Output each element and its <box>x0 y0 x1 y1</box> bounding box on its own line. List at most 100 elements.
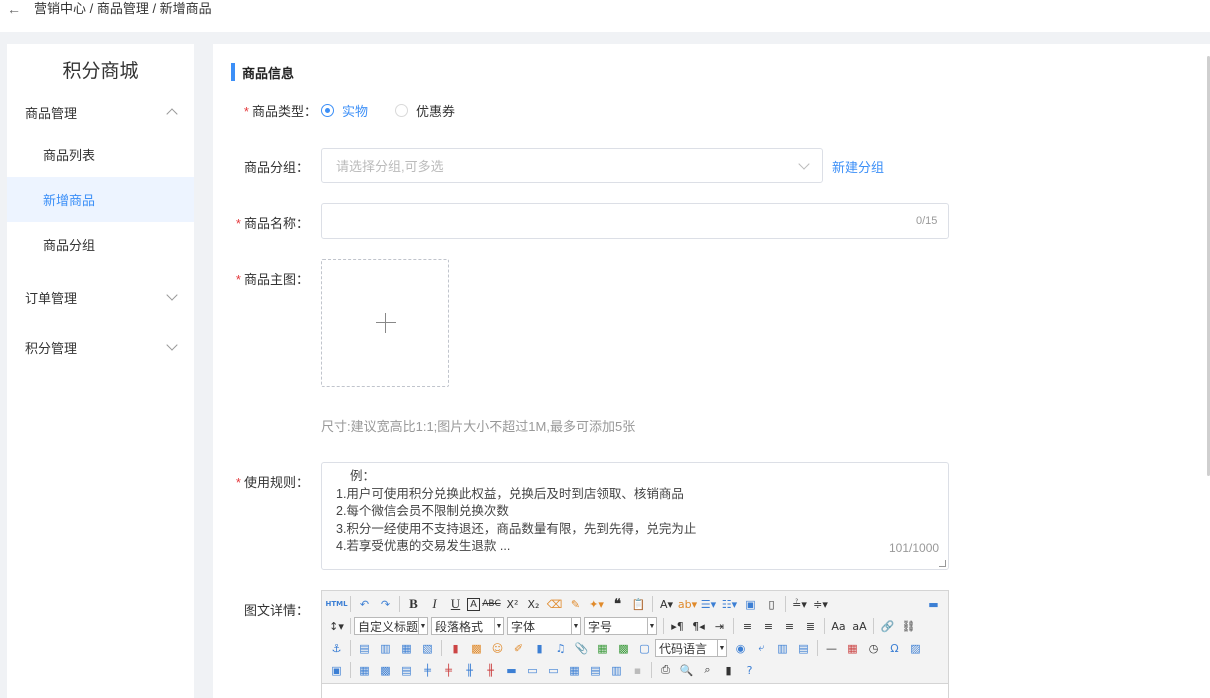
background-icon[interactable]: ▤ <box>794 640 813 657</box>
drafts-icon[interactable]: ▮ <box>719 662 738 679</box>
search-replace-icon[interactable]: ▣ <box>327 662 346 679</box>
paragraph-select[interactable]: 段落格式 ▼ <box>431 617 504 635</box>
split-to-cells-icon[interactable]: ▦ <box>565 662 584 679</box>
insert-col-icon[interactable]: ╫ <box>460 662 479 679</box>
ltr-icon[interactable]: ▸¶ <box>668 618 687 635</box>
align-justify-icon[interactable]: ≣ <box>801 618 820 635</box>
strikethrough-icon[interactable]: ABC <box>482 596 501 613</box>
delete-col-icon[interactable]: ╫ <box>481 662 500 679</box>
horizontal-rule-icon[interactable]: — <box>822 640 841 657</box>
bold-icon[interactable]: B <box>404 596 423 613</box>
highlight-color-icon[interactable]: ab▾ <box>678 596 697 613</box>
font-color-icon[interactable]: A▾ <box>657 596 676 613</box>
unordered-list-icon[interactable]: ☷▾ <box>720 596 739 613</box>
emotion-icon[interactable]: ☺ <box>488 640 507 657</box>
code-language-select[interactable]: 代码语言 ▼ <box>655 639 727 657</box>
group-select[interactable]: 请选择分组,可多选 <box>321 148 823 183</box>
preview-icon[interactable]: 🔍 <box>677 662 696 679</box>
gmap-icon[interactable]: ▩ <box>614 640 633 657</box>
sidebar-group-product[interactable]: 商品管理 <box>7 92 194 132</box>
image-center-icon[interactable]: ▧ <box>418 640 437 657</box>
row-spacing-top-icon[interactable]: ≟▾ <box>790 596 809 613</box>
insert-paragraph-before-table-icon[interactable]: ▤ <box>397 662 416 679</box>
radio-coupon[interactable]: 优惠券 <box>395 101 455 120</box>
auto-format-icon[interactable]: ✦▾ <box>587 596 606 613</box>
eraser-icon[interactable]: ⌫ <box>545 596 564 613</box>
image-right-icon[interactable]: ▦ <box>397 640 416 657</box>
to-lowercase-icon[interactable]: aA <box>850 618 869 635</box>
delete-row-icon[interactable]: ╪ <box>439 662 458 679</box>
superscript-icon[interactable]: X² <box>503 596 522 613</box>
html-source-icon[interactable]: HTML <box>325 596 347 613</box>
italic-icon[interactable]: I <box>425 596 444 613</box>
subscript-icon[interactable]: X₂ <box>524 596 543 613</box>
image-upload-box[interactable] <box>321 259 449 387</box>
merge-down-icon[interactable]: ▭ <box>544 662 563 679</box>
split-to-cols-icon[interactable]: ▥ <box>607 662 626 679</box>
line-height-icon[interactable]: ↕▾ <box>327 618 346 635</box>
delete-table-icon[interactable]: ▩ <box>376 662 395 679</box>
radio-physical[interactable]: 实物 <box>321 101 368 120</box>
simple-upload-icon[interactable]: ▮ <box>446 640 465 657</box>
clear-doc-icon[interactable]: ▯ <box>762 596 781 613</box>
insert-row-icon[interactable]: ╪ <box>418 662 437 679</box>
special-chars-icon[interactable]: Ω <box>885 640 904 657</box>
rules-textarea[interactable]: 例： 1.用户可使用积分兑换此权益，兑换后及时到店领取、核销商品 2.每个微信会… <box>321 462 949 570</box>
indent-icon[interactable]: ⇥ <box>710 618 729 635</box>
merge-cells-icon[interactable]: ▬ <box>502 662 521 679</box>
wordimage-icon[interactable]: ▨ <box>906 640 925 657</box>
time-icon[interactable]: ◷ <box>864 640 883 657</box>
charts-icon[interactable]: ▪ <box>628 662 647 679</box>
page-break-icon[interactable]: ⤶ <box>752 640 771 657</box>
image-left-icon[interactable]: ▥ <box>376 640 395 657</box>
row-spacing-bottom-icon[interactable]: ≑▾ <box>811 596 830 613</box>
paste-plain-icon[interactable]: 📋 <box>629 596 648 613</box>
arrow-left-icon[interactable]: ← <box>0 1 28 17</box>
print-icon[interactable]: ⎙ <box>656 662 675 679</box>
link-icon[interactable]: 🔗 <box>878 618 897 635</box>
insert-video-icon[interactable]: ▮ <box>530 640 549 657</box>
music-icon[interactable]: ♫ <box>551 640 570 657</box>
sidebar-group-order[interactable]: 订单管理 <box>7 277 194 317</box>
blockquote-icon[interactable]: ❝ <box>608 596 627 613</box>
image-none-icon[interactable]: ▤ <box>355 640 374 657</box>
date-icon[interactable]: ▦ <box>843 640 862 657</box>
font-select[interactable]: 字体 ▼ <box>507 617 581 635</box>
map-icon[interactable]: ▦ <box>593 640 612 657</box>
font-border-icon[interactable]: A <box>467 597 480 611</box>
sidebar-item-product-list[interactable]: 商品列表 <box>7 132 194 177</box>
select-all-icon[interactable]: ▣ <box>741 596 760 613</box>
web-app-icon[interactable]: ◉ <box>731 640 750 657</box>
insert-image-icon[interactable]: ▩ <box>467 640 486 657</box>
align-left-icon[interactable]: ≡ <box>738 618 757 635</box>
size-select[interactable]: 字号 ▼ <box>584 617 657 635</box>
merge-right-icon[interactable]: ▭ <box>523 662 542 679</box>
align-right-icon[interactable]: ≡ <box>780 618 799 635</box>
ordered-list-icon[interactable]: ☰▾ <box>699 596 718 613</box>
align-center-icon[interactable]: ≡ <box>759 618 778 635</box>
fullscreen-icon[interactable]: ▬ <box>924 596 943 613</box>
new-group-link[interactable]: 新建分组 <box>832 157 884 176</box>
anchor-icon[interactable]: ⚓ <box>327 640 346 657</box>
search-icon[interactable]: ⌕ <box>698 662 717 679</box>
unlink-icon[interactable]: ⛓ <box>899 618 918 635</box>
template-icon[interactable]: ▥ <box>773 640 792 657</box>
redo-icon[interactable]: ↷ <box>376 596 395 613</box>
sidebar-item-product-group[interactable]: 商品分组 <box>7 222 194 267</box>
name-input[interactable] <box>321 203 949 239</box>
attachment-icon[interactable]: 📎 <box>572 640 591 657</box>
rich-text-editor[interactable]: HTML ↶ ↷ B I U A ABC X² X₂ ⌫ ✎ ✦▾ ❝ 📋 A▾… <box>321 590 949 698</box>
rtl-icon[interactable]: ¶◂ <box>689 618 708 635</box>
format-brush-icon[interactable]: ✎ <box>566 596 585 613</box>
heading-select[interactable]: 自定义标题 ▼ <box>354 617 428 635</box>
underline-icon[interactable]: U <box>446 596 465 613</box>
help-icon[interactable]: ? <box>740 662 759 679</box>
sidebar-group-points[interactable]: 积分管理 <box>7 327 194 367</box>
split-to-rows-icon[interactable]: ▤ <box>586 662 605 679</box>
resize-handle[interactable] <box>939 560 946 567</box>
to-uppercase-icon[interactable]: Aa <box>829 618 848 635</box>
sidebar-item-add-product[interactable]: 新增商品 <box>7 177 194 222</box>
insert-table-icon[interactable]: ▦ <box>355 662 374 679</box>
insert-frame-icon[interactable]: ▢ <box>635 640 654 657</box>
scrawl-icon[interactable]: ✐ <box>509 640 528 657</box>
